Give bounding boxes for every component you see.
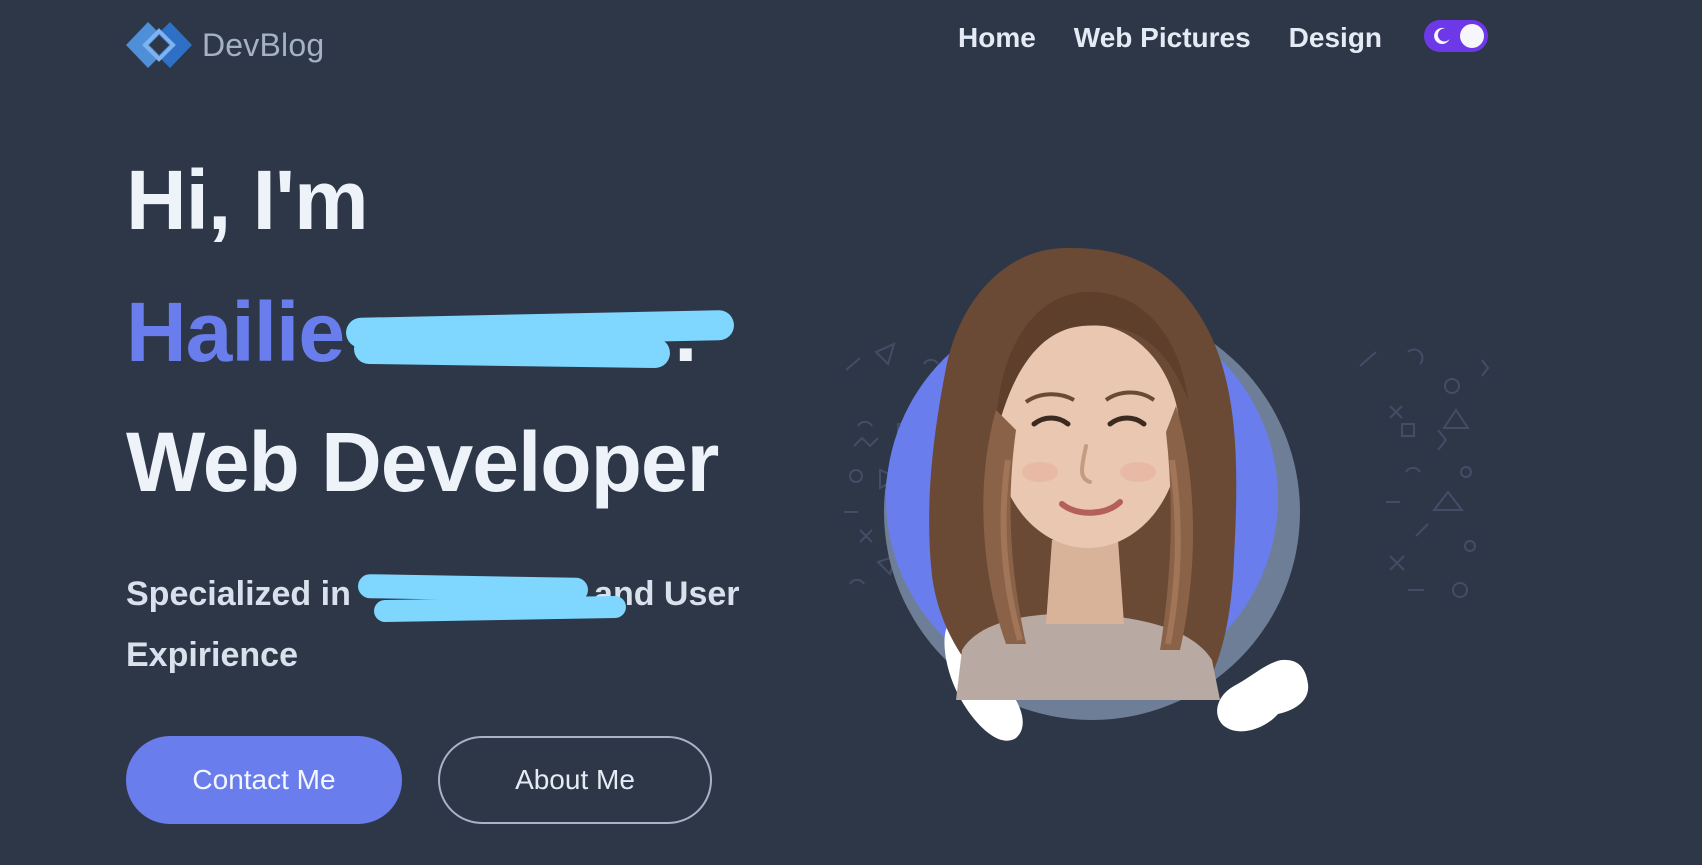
- diamond-link-icon: [126, 22, 192, 68]
- brand-name: DevBlog: [202, 26, 325, 63]
- main-nav: Home Web Pictures Design: [958, 22, 1382, 54]
- tagline-start: Specialized in: [126, 575, 351, 613]
- theme-toggle[interactable]: [1424, 20, 1488, 52]
- hero-portrait: [820, 240, 1520, 780]
- redaction-mark: [373, 595, 627, 623]
- hero-role: Web Developer: [126, 415, 719, 509]
- nav-web-pictures-link[interactable]: Web Pictures: [1074, 22, 1251, 54]
- hero-first-name: Hailie: [126, 285, 345, 379]
- contact-me-button[interactable]: Contact Me: [126, 736, 402, 824]
- nav-home-link[interactable]: Home: [958, 22, 1036, 54]
- decorative-symbols-right: [1359, 348, 1490, 598]
- portfolio-page: DevBlog Home Web Pictures Design Hi, I'm…: [0, 0, 1702, 865]
- toggle-knob: [1460, 24, 1484, 48]
- brand-logo[interactable]: DevBlog: [124, 18, 324, 72]
- hero-greeting: Hi, I'm: [126, 153, 369, 247]
- moon-icon: [1434, 27, 1450, 44]
- redaction-mark: [353, 333, 671, 369]
- about-me-button[interactable]: About Me: [438, 736, 712, 824]
- portrait-illustration: [844, 247, 1490, 741]
- person-portrait-photo: [929, 247, 1237, 700]
- nav-design-link[interactable]: Design: [1289, 22, 1382, 54]
